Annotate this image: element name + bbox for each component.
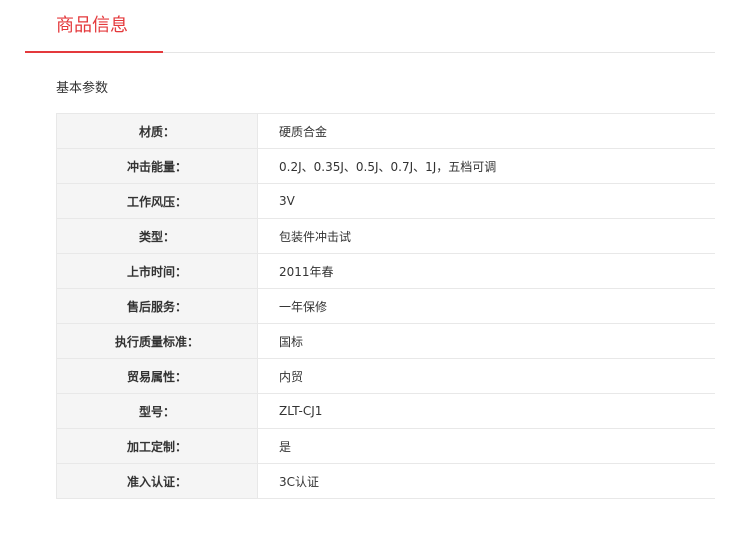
spec-key: 售后服务：: [57, 289, 258, 323]
spec-key: 工作风压：: [57, 184, 258, 218]
spec-value: 3V: [279, 194, 295, 208]
table-row: 执行质量标准： 国标: [57, 324, 715, 359]
table-row: 工作风压： 3V: [57, 184, 715, 219]
spec-key: 贸易属性：: [57, 359, 258, 393]
spec-key: 上市时间：: [57, 254, 258, 288]
spec-value: 内贸: [279, 369, 304, 384]
table-row: 加工定制： 是: [57, 429, 715, 464]
spec-value: 0.2J、0.35J、0.5J、0.7J、1J，五档可调: [279, 159, 497, 174]
table-row: 贸易属性： 内贸: [57, 359, 715, 394]
spec-value: 3C认证: [279, 474, 320, 489]
spec-key: 加工定制：: [57, 429, 258, 463]
spec-value: 包装件冲击试: [279, 229, 352, 244]
spec-key: 类型：: [57, 219, 258, 253]
spec-value: 国标: [279, 334, 304, 349]
spec-value: 一年保修: [279, 299, 328, 314]
spec-key: 型号：: [57, 394, 258, 428]
spec-key: 执行质量标准：: [57, 324, 258, 358]
table-row: 准入认证： 3C认证: [57, 464, 715, 499]
spec-key: 准入认证：: [57, 464, 258, 498]
spec-key: 材质：: [57, 114, 258, 148]
tab-label: 商品信息: [56, 15, 128, 36]
table-row: 类型： 包装件冲击试: [57, 219, 715, 254]
spec-key: 冲击能量：: [57, 149, 258, 183]
spec-value: 是: [279, 439, 292, 454]
table-row: 材质： 硬质合金: [57, 114, 715, 149]
section-title: 基本参数: [56, 81, 109, 96]
tab-bar: 商品信息: [25, 0, 715, 53]
spec-value: ZLT-CJ1: [279, 404, 323, 418]
table-row: 上市时间： 2011年春: [57, 254, 715, 289]
spec-value: 2011年春: [279, 264, 334, 279]
tab-product-info[interactable]: 商品信息: [25, 0, 163, 53]
spec-value: 硬质合金: [279, 124, 328, 139]
table-row: 冲击能量： 0.2J、0.35J、0.5J、0.7J、1J，五档可调: [57, 149, 715, 184]
table-row: 售后服务： 一年保修: [57, 289, 715, 324]
table-row: 型号： ZLT-CJ1: [57, 394, 715, 429]
spec-table: 材质： 硬质合金 冲击能量： 0.2J、0.35J、0.5J、0.7J、1J，五…: [56, 113, 715, 499]
